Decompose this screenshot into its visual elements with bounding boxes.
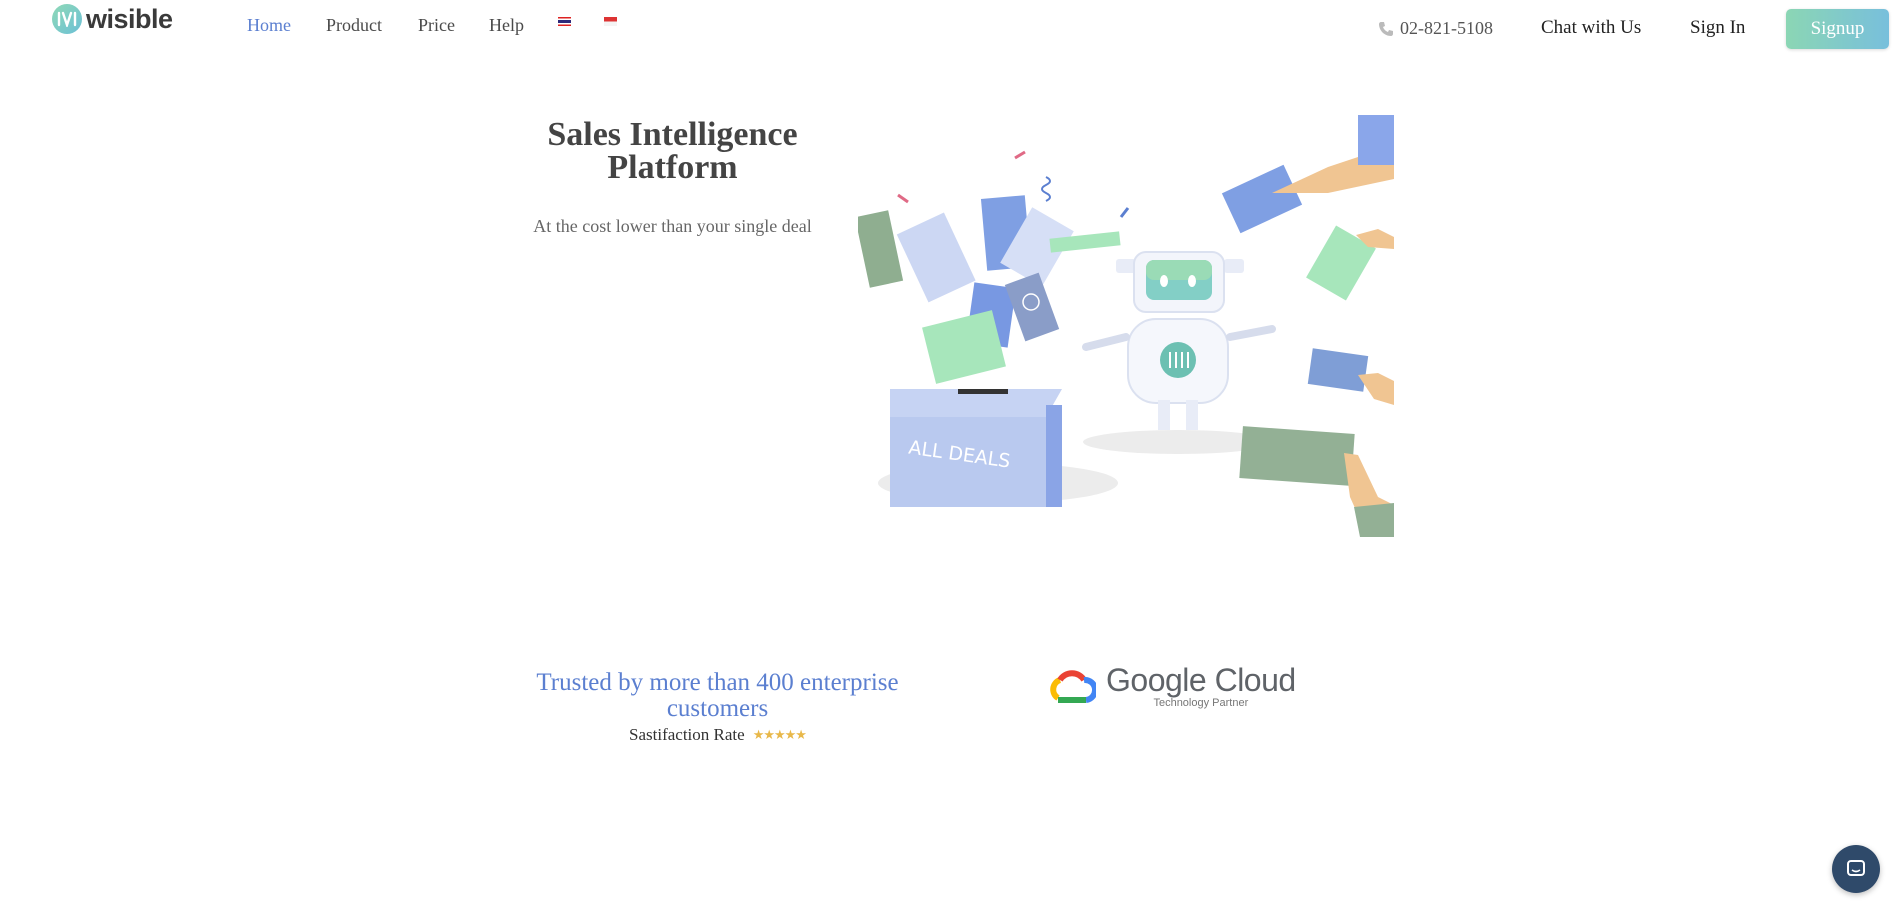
thai-flag-icon[interactable] bbox=[558, 17, 571, 26]
logo-text: wisible bbox=[86, 3, 173, 34]
nav-product-link[interactable]: Product bbox=[326, 15, 382, 36]
phone-number[interactable]: 02-821-5108 bbox=[1378, 18, 1493, 39]
hero-subtitle: At the cost lower than your single deal bbox=[533, 216, 812, 236]
nav-help-link[interactable]: Help bbox=[489, 15, 524, 36]
hero-illustration: ALL DEALS bbox=[858, 115, 1394, 537]
satisfaction-rate: Sastifaction Rate ★★★★★ bbox=[520, 725, 915, 745]
ballot-box: ALL DEALS bbox=[890, 389, 1062, 507]
nav-home-link[interactable]: Home bbox=[247, 15, 291, 36]
page-title: Sales Intelligence Platform bbox=[520, 116, 825, 186]
google-cloud-text: Google Cloud bbox=[1106, 662, 1296, 698]
trust-section: Trusted by more than 400 enterprise cust… bbox=[520, 670, 915, 745]
star-rating-icon: ★★★★★ bbox=[752, 727, 807, 742]
nav-price-link[interactable]: Price bbox=[418, 15, 455, 36]
chat-icon bbox=[1847, 860, 1865, 876]
trust-title: Trusted by more than 400 enterprise cust… bbox=[536, 669, 899, 722]
sign-in-link[interactable]: Sign In bbox=[1690, 17, 1745, 39]
chat-launcher-button[interactable] bbox=[1832, 845, 1880, 893]
chat-with-us-link[interactable]: Chat with Us bbox=[1541, 17, 1641, 39]
wisible-logo-icon bbox=[52, 4, 82, 34]
signup-button[interactable]: Signup bbox=[1786, 9, 1889, 49]
flying-papers bbox=[858, 195, 1121, 384]
robot bbox=[1082, 251, 1276, 430]
title-line-1: Sales Intelligence bbox=[547, 116, 798, 153]
google-cloud-partner-badge: Google Cloud Technology Partner bbox=[1048, 664, 1296, 709]
hands-with-cards bbox=[1221, 115, 1394, 537]
title-line-2: Platform bbox=[607, 149, 738, 186]
google-cloud-icon bbox=[1050, 669, 1096, 703]
wisible-logo[interactable]: wisible bbox=[52, 2, 173, 36]
satisfaction-label: Sastifaction Rate bbox=[629, 725, 745, 744]
phone-icon bbox=[1379, 21, 1393, 36]
indonesia-flag-icon[interactable] bbox=[604, 17, 617, 26]
technology-partner-text: Technology Partner bbox=[1153, 697, 1249, 709]
phone-text: 02-821-5108 bbox=[1400, 18, 1493, 38]
